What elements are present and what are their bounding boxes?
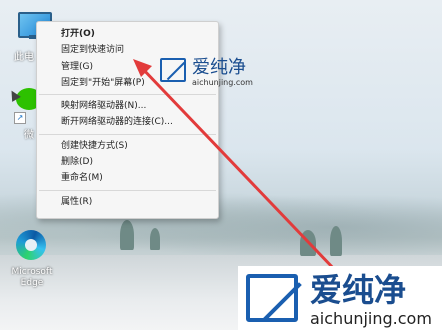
watermark-title-large: 爱纯净 bbox=[310, 271, 407, 309]
watermark-url-large: aichunjing.com bbox=[310, 309, 432, 328]
arrow-line bbox=[138, 64, 337, 272]
watermark-large: 爱纯净 aichunjing.com bbox=[238, 266, 442, 330]
watermark-logo-large-icon bbox=[246, 274, 302, 322]
